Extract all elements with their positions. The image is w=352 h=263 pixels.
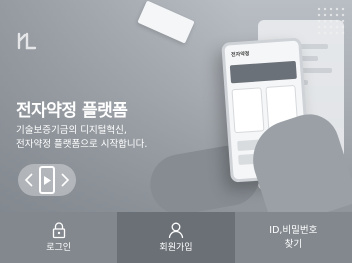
find-id-password-label-line2: 찾기 xyxy=(284,238,303,250)
hero-subtitle: 기술보증기금의 디지털혁신, 전자약정 플랫폼으로 시작합니다. xyxy=(16,124,236,152)
hero-title: 전자약정 플랫폼 xyxy=(16,101,128,121)
user-icon xyxy=(167,221,185,239)
phone-header: 전자약정 xyxy=(230,51,250,59)
signup-label: 회원가입 xyxy=(159,243,193,253)
hero-subtitle-line: 기술보증기금의 디지털혁신, xyxy=(16,125,127,136)
login-label: 로그인 xyxy=(46,243,72,253)
chevron-right-icon[interactable] xyxy=(58,167,72,193)
chevron-left-icon[interactable] xyxy=(22,167,36,193)
bottom-nav: 로그인 회원가입 ID,비밀번호 찾기 xyxy=(0,212,352,263)
slider-controls xyxy=(18,164,76,196)
login-button[interactable]: 로그인 xyxy=(0,212,117,263)
find-id-password-label-line1: ID,비밀번호 xyxy=(269,224,318,236)
play-icon[interactable] xyxy=(39,166,55,194)
hero-subtitle-line: 전자약정 플랫폼으로 시작합니다. xyxy=(16,139,148,150)
signup-button[interactable]: 회원가입 xyxy=(117,212,235,263)
hero-banner: 전자약정 전자약정 플랫폼 기술보증기금의 디지털혁신, 전자약정 플랫폼으로 … xyxy=(0,0,352,212)
phone-banner xyxy=(229,60,297,84)
kibo-logo-icon xyxy=(14,28,40,54)
lock-icon xyxy=(50,221,68,239)
phone-card xyxy=(231,87,265,134)
find-id-password-button[interactable]: ID,비밀번호 찾기 xyxy=(235,212,352,263)
